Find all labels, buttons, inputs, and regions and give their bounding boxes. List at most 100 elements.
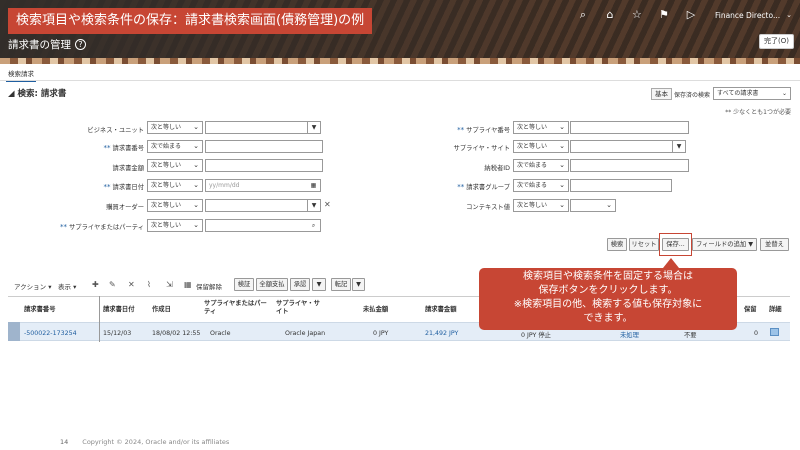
- required-note: ** 少なくとも1つが必要: [725, 109, 791, 116]
- op-context-value[interactable]: 次と等しい ⌄: [513, 199, 569, 212]
- col-invoice-date[interactable]: 請求書日付: [103, 306, 134, 314]
- frozen-column-divider: [99, 296, 100, 342]
- label-supplier-number: ** サプライヤ番号: [400, 125, 510, 134]
- release-hold-icon[interactable]: ▦: [184, 280, 192, 289]
- col-unpaid-amount[interactable]: 未払金額: [363, 306, 388, 314]
- op-invoice-group[interactable]: 次で始まる ⌄: [513, 179, 569, 192]
- op-supplier-party[interactable]: 次と等しい ⌄: [147, 219, 203, 232]
- purchase-order-field[interactable]: ▼: [205, 199, 321, 212]
- details-icon[interactable]: [770, 328, 779, 336]
- page-title-text: 請求書の管理: [8, 39, 71, 51]
- invoice-date-cell: 15/12/03: [103, 330, 132, 337]
- post-button[interactable]: 転記: [331, 278, 351, 291]
- create-icon[interactable]: ✚: [92, 280, 99, 289]
- release-hold-label[interactable]: 保留解除: [196, 281, 222, 291]
- star-icon[interactable]: ☆: [630, 8, 644, 22]
- edit-icon[interactable]: ✎: [109, 280, 116, 289]
- saved-search-select[interactable]: すべての請求書 ⌄: [713, 87, 791, 100]
- done-button[interactable]: 完了(O): [759, 34, 794, 49]
- approve-menu-button[interactable]: ▼: [312, 278, 326, 291]
- col-created[interactable]: 作成日: [152, 306, 171, 314]
- supplier-cell: Oracle: [210, 330, 231, 337]
- supplier-site-field[interactable]: ▼: [570, 140, 686, 153]
- home-icon[interactable]: ⌂: [603, 8, 617, 22]
- global-icons: ⌕ ⌂ ☆ ⚑ ▷ Finance Directo... ⌄: [576, 8, 800, 22]
- saved-search-value: すべての請求書: [717, 90, 759, 97]
- label-invoice-amount: 請求書金額: [112, 165, 144, 172]
- post-menu-button[interactable]: ▼: [352, 278, 365, 291]
- delete-icon[interactable]: ✕: [128, 280, 135, 289]
- label-invoice-number: ** 請求書番号: [40, 143, 145, 152]
- flag-icon[interactable]: ⚑: [657, 8, 671, 22]
- tab-divider: [0, 80, 800, 81]
- export-icon[interactable]: ⇲: [166, 280, 173, 289]
- col-supplier-site[interactable]: サプライヤ・サイト: [276, 300, 320, 316]
- invoice-number-input[interactable]: [205, 140, 323, 153]
- col-supplier-party[interactable]: サプライヤまたはパーティ: [204, 300, 272, 316]
- op-invoice-date[interactable]: 次と等しい ⌄: [147, 179, 203, 192]
- play-icon[interactable]: ▷: [684, 8, 698, 22]
- label-supplier-party: ** サプライヤまたはパーティ: [40, 222, 144, 231]
- op-purchase-order[interactable]: 次と等しい ⌄: [147, 199, 203, 212]
- op-taxpayer-id-value: 次で始まる: [517, 162, 548, 169]
- annotation-callout: 検索項目や検索条件を固定する場合は 保存ボタンをクリックします。 ※検索項目の他…: [479, 258, 737, 330]
- label-supplier-number-text: サプライヤ番号: [466, 127, 510, 134]
- search-button[interactable]: 検索: [607, 238, 627, 251]
- view-menu[interactable]: 表示 ▾: [58, 281, 76, 291]
- chevron-down-icon: ⌄: [193, 221, 199, 229]
- row-selector[interactable]: [8, 322, 20, 341]
- chevron-down-icon: ⌄: [559, 201, 565, 209]
- invoice-group-input[interactable]: [570, 179, 672, 192]
- op-taxpayer-id[interactable]: 次で始まる ⌄: [513, 159, 569, 172]
- remove-field-icon[interactable]: ✕: [324, 200, 331, 209]
- business-unit-field[interactable]: ▼: [205, 121, 321, 134]
- supplier-number-input[interactable]: [570, 121, 689, 134]
- col-invoice-number[interactable]: 請求書番号: [24, 306, 55, 314]
- op-business-unit-value: 次と等しい: [151, 124, 182, 131]
- slide-footer: 14 Copyright © 2024, Oracle and/or its af…: [60, 438, 229, 446]
- col-details[interactable]: 詳細: [769, 306, 782, 314]
- callout-line-2: 保存ボタンをクリックします。: [538, 285, 678, 296]
- dropdown-icon[interactable]: ▼: [672, 141, 685, 152]
- basic-button[interactable]: 基本: [651, 88, 672, 100]
- reset-button[interactable]: リセット: [629, 238, 659, 251]
- invoice-date-input[interactable]: yy/mm/dd ▦: [205, 179, 321, 192]
- help-icon[interactable]: ?: [75, 39, 86, 50]
- add-fields-button[interactable]: フィールドの追加 ▼: [692, 238, 757, 251]
- chevron-down-icon: ⌄: [193, 123, 199, 131]
- calendar-icon[interactable]: ▦: [307, 180, 320, 191]
- actions-menu[interactable]: アクション ▾: [14, 281, 52, 291]
- reorder-button[interactable]: 並替え: [760, 238, 789, 251]
- user-name[interactable]: Finance Directo...: [715, 11, 780, 20]
- approve-button[interactable]: 承認: [290, 278, 310, 291]
- search-icon[interactable]: ⌕: [307, 220, 320, 231]
- attachment-icon[interactable]: ⌇: [147, 280, 151, 289]
- chevron-down-icon: ⌄: [606, 201, 612, 209]
- invoice-amount-input[interactable]: [205, 159, 323, 172]
- op-invoice-group-value: 次で始まる: [517, 182, 548, 189]
- col-hold[interactable]: 保留: [744, 306, 757, 314]
- op-business-unit[interactable]: 次と等しい ⌄: [147, 121, 203, 134]
- supplier-party-input[interactable]: ⌕: [205, 219, 321, 232]
- op-invoice-date-value: 次と等しい: [151, 182, 182, 189]
- op-invoice-number[interactable]: 次で始まる ⌄: [147, 140, 203, 153]
- pay-in-full-button[interactable]: 全額支払: [256, 278, 288, 291]
- callout-line-4: できます。: [583, 313, 633, 324]
- dropdown-icon[interactable]: ▼: [307, 122, 320, 133]
- op-supplier-site[interactable]: 次と等しい ⌄: [513, 140, 569, 153]
- dropdown-icon[interactable]: ▼: [307, 200, 320, 211]
- context-value-select[interactable]: ⌄: [570, 199, 616, 212]
- search-icon[interactable]: ⌕: [576, 8, 590, 22]
- invoice-amount-link[interactable]: 21,492 JPY: [425, 330, 458, 337]
- op-invoice-amount[interactable]: 次と等しい ⌄: [147, 159, 203, 172]
- chevron-down-icon[interactable]: ⌄: [786, 11, 792, 19]
- taxpayer-id-input[interactable]: [570, 159, 689, 172]
- search-section-title[interactable]: ◢ 検索: 請求書: [8, 87, 66, 99]
- op-purchase-order-value: 次と等しい: [151, 202, 182, 209]
- invoice-number-link[interactable]: -500022-173254: [24, 330, 77, 337]
- validation-link[interactable]: 未処理: [620, 330, 639, 339]
- op-supplier-number[interactable]: 次と等しい ⌄: [513, 121, 569, 134]
- col-invoice-amount[interactable]: 請求書金額: [425, 306, 456, 314]
- label-invoice-number-text: 請求書番号: [112, 145, 144, 152]
- validate-button[interactable]: 検証: [234, 278, 254, 291]
